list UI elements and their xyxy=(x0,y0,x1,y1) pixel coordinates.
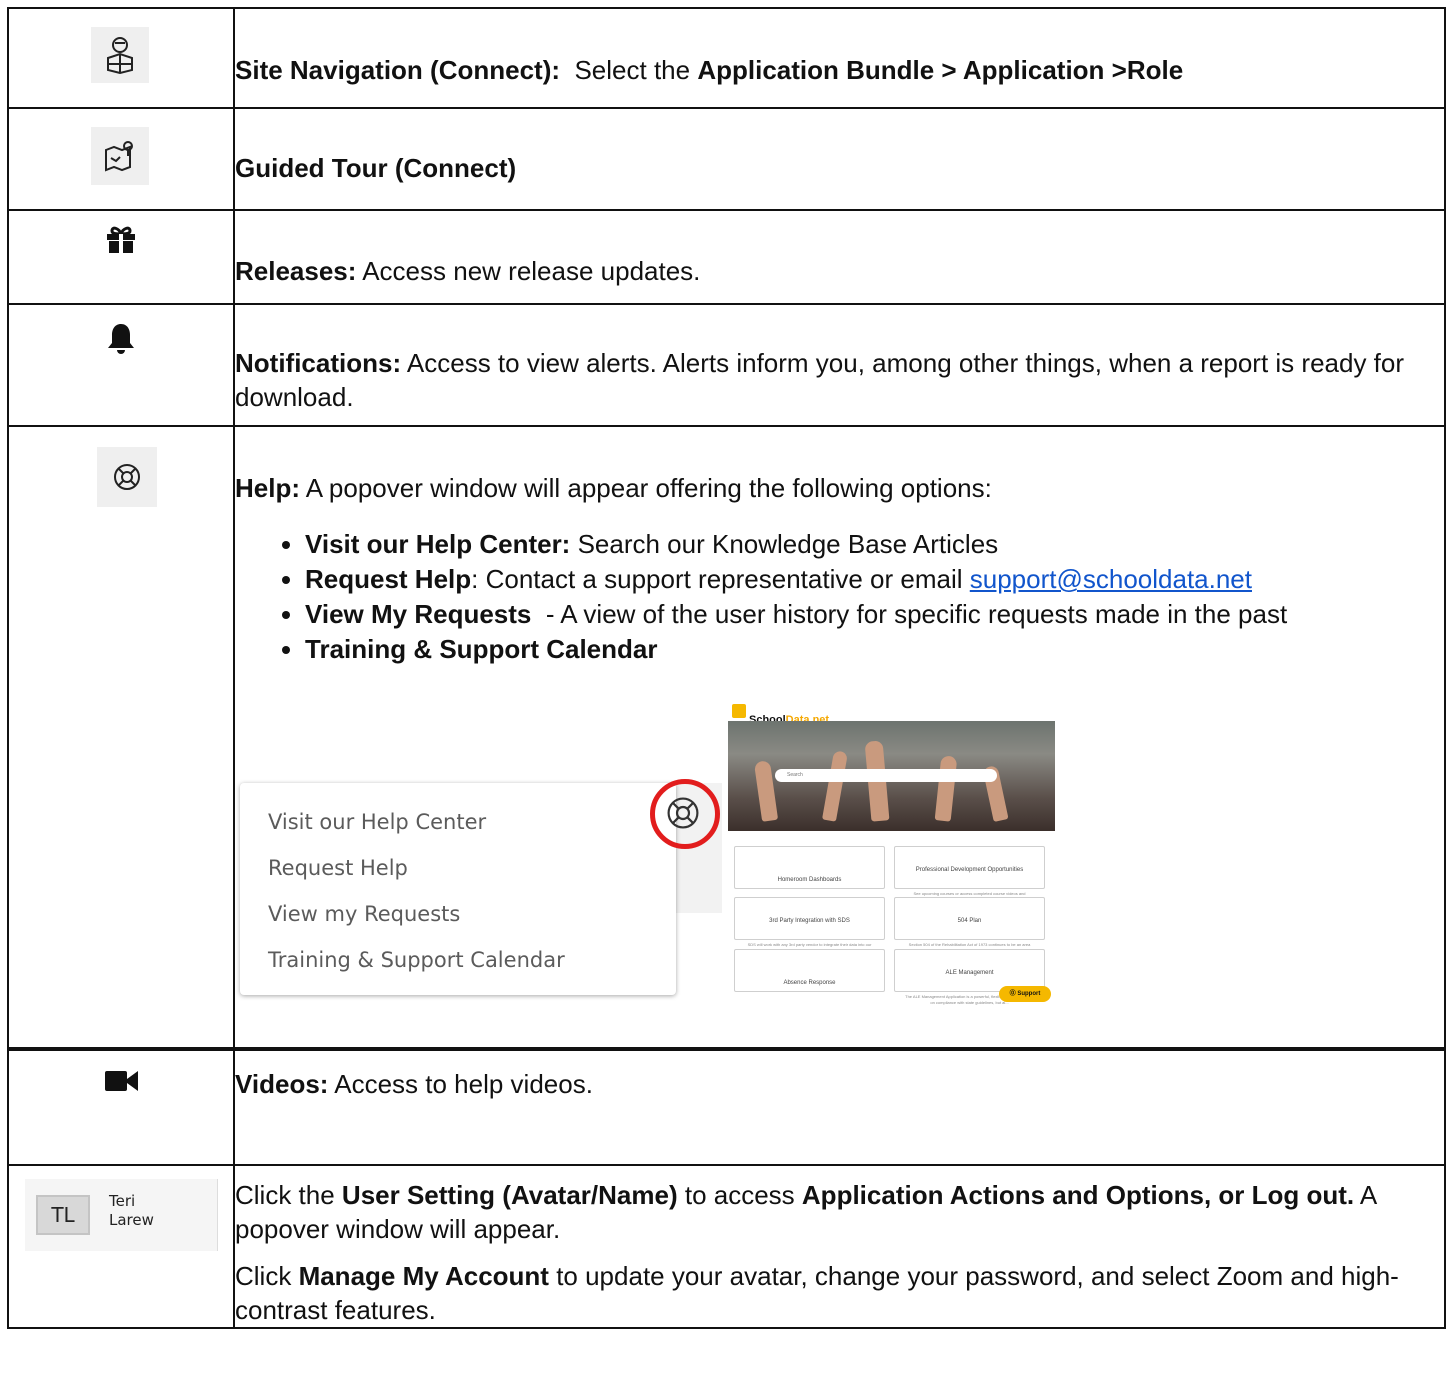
help-options-list: Visit our Help Center: Search our Knowle… xyxy=(235,527,1444,667)
icon-cell xyxy=(7,7,235,109)
feature-table: Site Navigation (Connect): Select the Ap… xyxy=(7,7,1446,1329)
site-navigation-icon xyxy=(91,27,149,83)
row-label: Releases: xyxy=(235,256,357,286)
paragraph: Click Manage My Account to update your a… xyxy=(235,1261,1399,1325)
row-label: Guided Tour (Connect) xyxy=(235,153,517,183)
site-card[interactable]: 3rd Party Integration with SDS SDS will w… xyxy=(734,897,885,953)
row-text: Access to view alerts. Alerts inform you… xyxy=(235,348,1405,412)
popover-item-training-calendar[interactable]: Training & Support Calendar xyxy=(268,943,565,977)
popover-item-view-requests[interactable]: View my Requests xyxy=(268,897,460,931)
icon-cell xyxy=(7,1047,235,1166)
list-item: View My Requests - A view of the user hi… xyxy=(305,597,1444,632)
row-text: Access to help videos. xyxy=(328,1069,593,1099)
table-row: Help: A popover window will appear offer… xyxy=(7,425,1446,1050)
row-label: Videos: xyxy=(235,1069,329,1099)
site-search-input[interactable]: Search xyxy=(775,769,997,782)
support-button[interactable]: ⓪ Support xyxy=(999,986,1051,1002)
logo xyxy=(732,704,746,718)
gift-icon xyxy=(106,225,136,258)
avatar: TL xyxy=(36,1195,90,1235)
site-header: SchoolData.net SchoolData Solutions Comm… xyxy=(728,701,1055,727)
popover-item-request-help[interactable]: Request Help xyxy=(268,851,408,885)
guided-tour-map-icon xyxy=(91,127,149,185)
support-email-link[interactable]: support@schooldata.net xyxy=(970,564,1252,594)
row-label: Site Navigation (Connect): xyxy=(235,55,561,85)
help-description: Help: A popover window will appear offer… xyxy=(233,425,1446,1050)
list-item: Request Help: Contact a support represen… xyxy=(305,562,1444,597)
table-row: TL Teri Larew Click the User Setting (Ava… xyxy=(7,1164,1446,1329)
paragraph: Click the User Setting (Avatar/Name) to … xyxy=(235,1180,1376,1244)
table-row: Releases: Access new release updates. xyxy=(7,209,1446,305)
help-center-site-screenshot: SchoolData.net SchoolData Solutions Comm… xyxy=(728,701,1055,1011)
user-name: Teri Larew xyxy=(109,1192,154,1229)
help-screenshots: Visit our Help Center Request Help View … xyxy=(222,701,1444,1031)
site-navigation-description: Site Navigation (Connect): Select the Ap… xyxy=(233,7,1446,109)
icon-cell xyxy=(7,107,235,211)
table-row: Videos: Access to help videos. xyxy=(7,1047,1446,1166)
guided-tour-description: Guided Tour (Connect) xyxy=(233,107,1446,211)
site-card[interactable]: Absence Response xyxy=(734,949,885,992)
help-popover: Visit our Help Center Request Help View … xyxy=(240,783,676,995)
notifications-description: Notifications: Access to view alerts. Al… xyxy=(233,303,1446,427)
list-item: Visit our Help Center: Search our Knowle… xyxy=(305,527,1444,562)
video-camera-icon xyxy=(105,1069,139,1098)
releases-description: Releases: Access new release updates. xyxy=(233,209,1446,305)
videos-description: Videos: Access to help videos. xyxy=(233,1047,1446,1166)
row-label: Notifications: xyxy=(235,348,402,378)
help-lifebuoy-icon xyxy=(97,447,157,507)
hero-image: Search xyxy=(728,721,1055,831)
highlight-circle xyxy=(650,779,720,849)
list-item: Training & Support Calendar xyxy=(305,632,1444,667)
icon-cell xyxy=(7,303,235,427)
bell-icon xyxy=(107,322,135,361)
row-text: Select the xyxy=(560,55,698,85)
table-row: Guided Tour (Connect) xyxy=(7,107,1446,211)
site-card[interactable]: Professional Development Opportunities Se… xyxy=(894,846,1045,902)
table-row: Notifications: Access to view alerts. Al… xyxy=(7,303,1446,427)
site-card[interactable]: 504 Plan Section 504 of the Rehabilitatio… xyxy=(894,897,1045,953)
icon-cell xyxy=(7,209,235,305)
user-settings-description: Click the User Setting (Avatar/Name) to … xyxy=(233,1164,1446,1329)
table-row: Site Navigation (Connect): Select the Ap… xyxy=(7,7,1446,109)
icon-cell: TL Teri Larew xyxy=(7,1164,235,1329)
row-bold-tail: Application Bundle > Application >Role xyxy=(697,55,1184,85)
row-text: Access new release updates. xyxy=(356,256,701,286)
site-card[interactable]: Homeroom Dashboards xyxy=(734,846,885,889)
user-avatar-button[interactable]: TL Teri Larew xyxy=(25,1179,218,1251)
icon-cell xyxy=(7,425,235,1050)
row-text: A popover window will appear offering th… xyxy=(300,473,992,503)
row-label: Help: xyxy=(235,473,300,503)
popover-item-help-center[interactable]: Visit our Help Center xyxy=(268,805,486,839)
